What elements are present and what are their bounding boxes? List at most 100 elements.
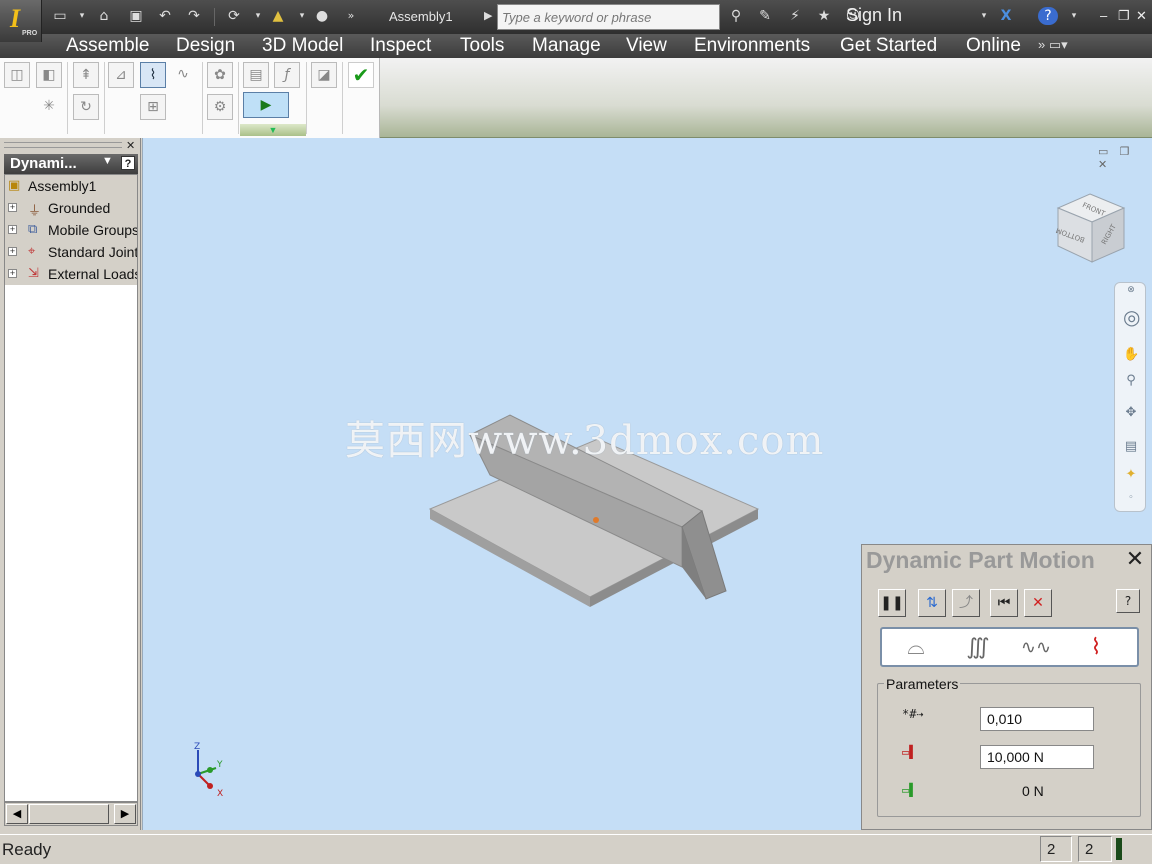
mobile-groups-icon: ⧉ — [28, 222, 38, 237]
impulse-icon[interactable]: ⌇ — [1076, 633, 1116, 663]
undo-icon[interactable]: ↶ — [155, 7, 175, 25]
apply-initial-position-icon[interactable]: ⤴ — [952, 589, 980, 617]
exchange-apps-icon[interactable]: X — [996, 7, 1016, 25]
panel-expand-icon[interactable]: ▼ — [240, 124, 306, 136]
cancel-motion-icon[interactable]: ✕ — [1024, 589, 1052, 617]
steering-wheel-icon[interactable]: ◎ — [1123, 305, 1140, 329]
restart-icon[interactable]: ⏮ — [990, 589, 1018, 617]
run-simulation-icon[interactable]: ▶ — [243, 92, 289, 118]
scroll-thumb[interactable] — [29, 804, 109, 824]
medium-oscillation-icon[interactable]: ∿∿ — [1016, 633, 1056, 663]
new-dropdown-icon[interactable]: ▾ — [72, 7, 92, 25]
damping-input[interactable]: 0,010 — [980, 707, 1094, 731]
minimize-icon[interactable]: – — [1100, 8, 1107, 23]
binoculars-search-icon[interactable]: ⚲ — [726, 7, 746, 25]
favorites-star-icon[interactable]: ★ — [814, 7, 834, 25]
help-icon[interactable]: ? — [1038, 7, 1058, 25]
browser-dropdown-icon[interactable]: ▼ — [102, 155, 113, 167]
tab-assemble[interactable]: Assemble — [66, 35, 149, 57]
dialog-close-icon[interactable]: ✕ — [1123, 548, 1147, 572]
tab-online[interactable]: Online — [966, 35, 1021, 57]
browser-horizontal-scrollbar[interactable]: ◀ ▶ — [4, 802, 138, 826]
edit-joint-icon[interactable]: ◧ — [36, 62, 62, 88]
restore-icon[interactable]: ❐ — [1118, 8, 1130, 24]
viewport-window-controls[interactable]: ▭ ❐ ✕ — [1098, 145, 1152, 171]
dialog-help-icon[interactable]: ? — [1116, 589, 1140, 613]
more-commands-icon[interactable]: » — [341, 7, 361, 25]
navigation-bar: ⊗ ◎ ✋ ⚲ ✥ ▤ ✦ ◦ — [1114, 282, 1146, 512]
application-menu-button[interactable]: I PRO — [0, 0, 42, 42]
tree-item-assembly[interactable]: ▣ Assembly1 — [5, 175, 137, 197]
material-icon[interactable]: ▲ — [268, 7, 288, 25]
tree-item-grounded[interactable]: + ⏚ Grounded — [5, 197, 137, 219]
tree-item-mobile-groups[interactable]: + ⧉ Mobile Groups — [5, 219, 137, 241]
ribbon-overflow-icon[interactable]: » ▭▾ — [1038, 37, 1068, 53]
tree-item-label: Assembly1 — [28, 178, 97, 194]
tab-design[interactable]: Design — [176, 35, 235, 57]
tab-inspect[interactable]: Inspect — [370, 35, 431, 57]
save-icon[interactable]: ▣ — [126, 7, 146, 25]
tree-item-standard-joints[interactable]: + ⌖ Standard Joints — [5, 241, 137, 263]
panel-grip[interactable] — [4, 142, 122, 148]
sign-in-link[interactable]: Sign In — [846, 5, 902, 26]
force-icon[interactable]: ⇞ — [73, 62, 99, 88]
tab-get-started[interactable]: Get Started — [840, 35, 937, 57]
torque-icon[interactable]: ↻ — [73, 94, 99, 120]
communication-center-icon[interactable]: ⚡ — [785, 7, 805, 25]
navbar-options-icon[interactable]: ◦ — [1123, 493, 1139, 509]
parameters-icon[interactable]: ▤ — [243, 62, 269, 88]
finish-dynamic-simulation-icon[interactable]: ✔ — [348, 62, 374, 88]
pan-icon[interactable]: ✋ — [1123, 347, 1139, 363]
driving-force-icon[interactable]: ⇅ — [918, 589, 946, 617]
redo-icon[interactable]: ↷ — [184, 7, 204, 25]
suppress-joint-icon[interactable]: ✳ — [36, 94, 62, 120]
tab-manage[interactable]: Manage — [532, 35, 601, 57]
expand-icon[interactable]: + — [8, 247, 17, 256]
navbar-close-icon[interactable]: ⊗ — [1123, 285, 1139, 301]
help-dropdown-icon[interactable]: ▾ — [1064, 7, 1084, 25]
tab-tools[interactable]: Tools — [460, 35, 504, 57]
update-dropdown-icon[interactable]: ▾ — [248, 7, 268, 25]
pause-icon[interactable]: ❚❚ — [878, 589, 906, 617]
help-search-input[interactable]: Type a keyword or phrase — [497, 4, 720, 30]
max-force-input[interactable]: 10,000 N — [980, 745, 1094, 769]
browser-header[interactable]: Dynami... ▼ ? — [4, 154, 138, 174]
contact-icon[interactable]: ⊞ — [140, 94, 166, 120]
function-icon[interactable]: ƒ — [274, 62, 300, 88]
mouse-mode-icon[interactable]: ⌓ — [896, 633, 936, 663]
appearance-icon[interactable]: ● — [312, 7, 332, 25]
expand-icon[interactable]: + — [8, 203, 17, 212]
expand-icon[interactable]: + — [8, 225, 17, 234]
orbit-icon[interactable]: ✥ — [1123, 405, 1139, 421]
scroll-right-icon[interactable]: ▶ — [114, 804, 136, 824]
spring-icon[interactable]: ∿ — [170, 62, 196, 88]
zoom-all-icon[interactable]: ✦ — [1123, 467, 1139, 483]
expand-icon[interactable]: + — [8, 269, 17, 278]
close-window-icon[interactable]: ✕ — [1136, 8, 1147, 24]
browser-close-icon[interactable]: ✕ — [126, 139, 135, 152]
high-oscillation-icon[interactable]: ∭ — [958, 633, 998, 663]
separator — [342, 62, 343, 134]
open-file-icon[interactable]: ⌂ — [94, 7, 114, 25]
viewcube[interactable]: FRONT RIGHT BOTTOM — [1052, 190, 1128, 266]
sign-in-dropdown-icon[interactable]: ▾ — [974, 7, 994, 25]
scroll-left-icon[interactable]: ◀ — [6, 804, 28, 824]
simulation-settings-icon[interactable]: ✿ — [207, 62, 233, 88]
tab-environments[interactable]: Environments — [694, 35, 810, 57]
browser-help-icon[interactable]: ? — [121, 156, 135, 170]
dynamic-motion-icon[interactable]: ⌇ — [140, 62, 166, 88]
output-grapher-icon[interactable]: ⊿ — [108, 62, 134, 88]
tab-3d-model[interactable]: 3D Model — [262, 35, 343, 57]
zoom-icon[interactable]: ⚲ — [1123, 373, 1139, 389]
subscription-center-icon[interactable]: ✎ — [755, 7, 775, 25]
tree-item-external-loads[interactable]: + ⇲ External Loads — [5, 263, 137, 285]
fea-export-icon[interactable]: ⚙ — [207, 94, 233, 120]
update-icon[interactable]: ⟳ — [224, 7, 244, 25]
export-icon[interactable]: ◪ — [311, 62, 337, 88]
search-expand-icon[interactable]: ▶ — [484, 9, 492, 22]
material-dropdown-icon[interactable]: ▾ — [292, 7, 312, 25]
new-file-icon[interactable]: ▭ — [50, 7, 70, 25]
insert-joint-icon[interactable]: ◫ — [4, 62, 30, 88]
look-at-icon[interactable]: ▤ — [1123, 439, 1139, 455]
tab-view[interactable]: View — [626, 35, 667, 57]
